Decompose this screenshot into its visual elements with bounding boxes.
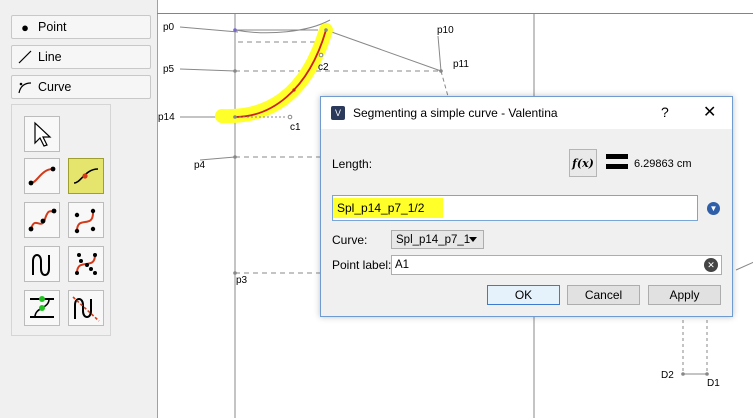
curve-select[interactable]: Spl_p14_p7_1: [391, 230, 484, 249]
spline-path-tool[interactable]: [24, 202, 60, 238]
intersect-curves-tool[interactable]: [68, 290, 104, 326]
tool-group-curve-label: Curve: [38, 80, 72, 94]
curve-label: Curve:: [332, 233, 368, 247]
intersect-curve-axis-tool[interactable]: [24, 290, 60, 326]
point-label-p14: p14: [158, 112, 175, 123]
valentina-app-icon: V: [331, 106, 345, 120]
point-curve-icon: [75, 253, 97, 275]
apply-button[interactable]: Apply: [648, 285, 721, 305]
length-formula-input[interactable]: Spl_p14_p7_1/2: [332, 195, 698, 221]
point-curve-tool[interactable]: [68, 246, 104, 282]
point-label-p10: p10: [437, 25, 454, 36]
point-label-input[interactable]: A1 ✕: [391, 255, 722, 275]
cut-spline-tool[interactable]: [68, 158, 104, 194]
chevron-down-icon: [469, 237, 477, 242]
canvas-top-border: [157, 13, 753, 14]
formula-text: Spl_p14_p7_1/2: [337, 201, 425, 215]
intersect-curves-icon: [72, 296, 100, 322]
point-label-d1: D1: [707, 378, 720, 389]
dialog-title: Segmenting a simple curve - Valentina: [353, 106, 558, 120]
curve-tools-grid: [11, 104, 111, 336]
dialog-titlebar[interactable]: V Segmenting a simple curve - Valentina …: [321, 97, 732, 129]
expand-formula-icon[interactable]: ▼: [707, 202, 720, 215]
close-button[interactable]: ✕: [703, 102, 716, 122]
ok-button[interactable]: OK: [487, 285, 560, 305]
interactive-curve-icon: [32, 254, 50, 276]
point-label-value: A1: [395, 259, 410, 271]
point-label-d2: D2: [661, 370, 674, 381]
clear-icon[interactable]: ✕: [704, 258, 718, 272]
spline-path-icon: [28, 208, 57, 232]
interactive-curve-tool[interactable]: [24, 246, 60, 282]
curve-icon: [12, 79, 38, 95]
cubic-bezier-path-icon: [74, 208, 96, 234]
help-button[interactable]: ?: [661, 104, 669, 120]
select-arrow-tool[interactable]: [24, 116, 60, 152]
intersect-curve-axis-icon: [30, 296, 54, 318]
line-icon: [12, 49, 38, 65]
tool-group-point[interactable]: ● Point: [11, 15, 151, 39]
cubic-bezier-path-tool[interactable]: [68, 202, 104, 238]
tool-panel: ● Point Line Curve: [0, 0, 157, 418]
formula-wizard-button[interactable]: f(x): [569, 149, 597, 177]
tool-group-line-label: Line: [38, 50, 62, 64]
tool-group-point-label: Point: [38, 20, 67, 34]
arrow-pointer-icon: [34, 121, 52, 147]
point-label-p3: p3: [236, 275, 248, 286]
point-label-p5: p5: [163, 64, 175, 75]
point-label-p4: p4: [194, 160, 206, 171]
fx-icon: f(x): [572, 156, 594, 170]
equals-icon: [606, 154, 628, 172]
point-label-p11: p11: [453, 59, 469, 70]
tool-group-curve[interactable]: Curve: [11, 75, 151, 99]
tool-group-line[interactable]: Line: [11, 45, 151, 69]
point-label-p0: p0: [163, 22, 175, 33]
length-label: Length:: [332, 157, 373, 171]
point-label-c1: c1: [290, 122, 301, 133]
point-label-label: Point label:: [332, 258, 392, 272]
cut-spline-icon: [73, 168, 99, 184]
simple-curve-tool[interactable]: [24, 158, 60, 194]
simple-curve-icon: [28, 166, 56, 186]
curve-select-value: Spl_p14_p7_1: [396, 233, 471, 246]
point-icon: ●: [21, 19, 29, 35]
cancel-button[interactable]: Cancel: [567, 285, 640, 305]
point-label-c2: c2: [318, 62, 329, 73]
cut-spline-dialog: V Segmenting a simple curve - Valentina …: [320, 96, 733, 317]
length-result: 6.29863 cm: [634, 158, 692, 170]
